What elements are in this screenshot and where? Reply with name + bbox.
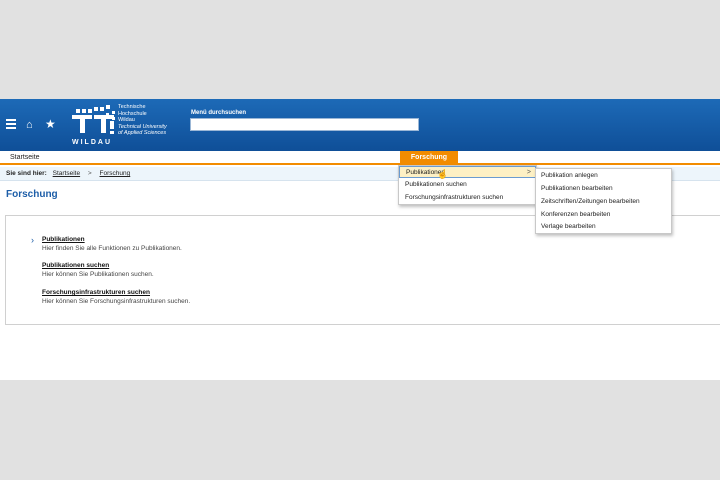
header-bar: ⌂ ★ WILDAU Technische Hochschule Wildau … (0, 99, 720, 151)
logo-mark (72, 105, 115, 134)
list-item: Forschungsinfrastrukturen suchen Hier kö… (42, 289, 190, 305)
list-item: › Publikationen Hier finden Sie alle Fun… (31, 235, 182, 252)
submenu-item-publikation-anlegen[interactable]: Publikation anlegen (541, 170, 598, 182)
menu-search-input[interactable] (190, 118, 419, 131)
breadcrumb-link-startseite[interactable]: Startseite (53, 170, 80, 177)
mouse-cursor-icon: ☝ (437, 169, 449, 179)
submenu-item-publikationen-bearbeiten[interactable]: Publikationen bearbeiten (541, 183, 613, 195)
university-logo[interactable]: WILDAU (70, 105, 118, 147)
item-description: Hier können Sie Publikationen suchen. (42, 271, 154, 278)
dropdown-item-publikationen-suchen[interactable]: Publikationen suchen (399, 179, 536, 191)
star-icon[interactable]: ★ (45, 118, 56, 130)
logo-text: Technische Hochschule Wildau Technical U… (118, 104, 186, 137)
submenu-item-zeitschriften-bearbeiten[interactable]: Zeitschriften/Zeitungen bearbeiten (541, 196, 640, 208)
main-nav: Startseite Forschung (0, 151, 720, 165)
page: ⌂ ★ WILDAU Technische Hochschule Wildau … (0, 99, 720, 380)
list-item: Publikationen suchen Hier können Sie Pub… (42, 262, 154, 278)
logo-line: of Applied Sciences (118, 130, 167, 136)
link-forschungsinfrastrukturen-suchen[interactable]: Forschungsinfrastrukturen suchen (42, 289, 190, 296)
link-publikationen[interactable]: Publikationen (42, 236, 182, 243)
nav-item-startseite[interactable]: Startseite (10, 154, 40, 161)
forschung-dropdown-menu: Publikationen > Publikationen suchen For… (398, 165, 537, 205)
submenu-item-konferenzen-bearbeiten[interactable]: Konferenzen bearbeiten (541, 209, 610, 221)
breadcrumb-separator: > (87, 170, 92, 177)
page-title: Forschung (6, 189, 58, 200)
dropdown-item-publikationen[interactable]: Publikationen > (399, 166, 536, 178)
chevron-right-icon: > (526, 169, 531, 176)
nav-item-forschung[interactable]: Forschung (400, 151, 458, 165)
home-icon[interactable]: ⌂ (26, 119, 33, 131)
item-description: Hier können Sie Forschungsinfrastrukture… (42, 298, 191, 305)
publikationen-submenu: Publikation anlegen Publikationen bearbe… (535, 168, 672, 234)
breadcrumb-prefix: Sie sind hier: (6, 170, 47, 177)
item-description: Hier finden Sie alle Funktionen zu Publi… (42, 245, 182, 252)
logo-word: WILDAU (72, 139, 112, 146)
submenu-item-verlage-bearbeiten[interactable]: Verlage bearbeiten (541, 221, 596, 233)
breadcrumb-link-forschung[interactable]: Forschung (100, 170, 131, 177)
dropdown-item-forschungsinfrastrukturen-suchen[interactable]: Forschungsinfrastrukturen suchen (399, 192, 536, 204)
hamburger-icon[interactable] (6, 119, 16, 131)
link-publikationen-suchen[interactable]: Publikationen suchen (42, 262, 154, 269)
search-label: Menü durchsuchen (191, 110, 247, 116)
chevron-right-icon: › (31, 235, 34, 245)
